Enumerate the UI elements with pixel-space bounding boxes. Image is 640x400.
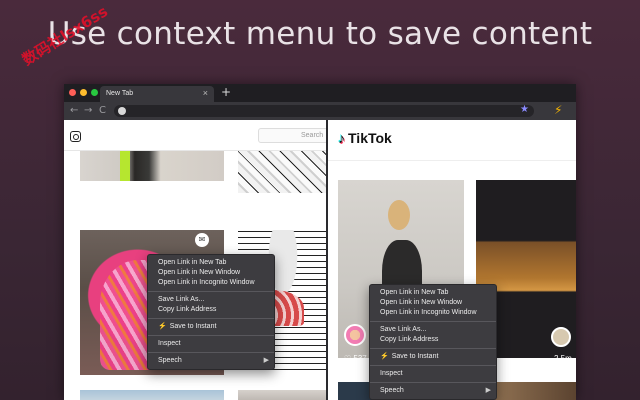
menu-item-copy-link[interactable]: Copy Link Address bbox=[148, 305, 274, 315]
window-controls bbox=[69, 89, 98, 96]
menu-separator bbox=[148, 318, 274, 319]
bolt-icon[interactable]: ⚡ bbox=[554, 103, 562, 117]
bolt-icon: ⚡ bbox=[380, 353, 389, 360]
menu-item-speech[interactable]: Speech ▶ bbox=[148, 356, 274, 366]
star-icon[interactable]: ★ bbox=[520, 104, 529, 115]
menu-item-save-link-as[interactable]: Save Link As... bbox=[370, 325, 496, 335]
address-bar[interactable]: ★ bbox=[114, 104, 534, 117]
chevron-right-icon: ▶ bbox=[485, 387, 491, 394]
toolbar: ← → C ★ ⚡ bbox=[64, 102, 576, 120]
menu-separator bbox=[370, 365, 496, 366]
menu-separator bbox=[148, 335, 274, 336]
avatar[interactable] bbox=[551, 327, 571, 347]
post-image[interactable] bbox=[238, 151, 326, 193]
menu-item-inspect[interactable]: Inspect bbox=[148, 339, 274, 349]
forward-icon[interactable]: → bbox=[84, 105, 92, 116]
menu-item-open-new-window[interactable]: Open Link in New Window bbox=[370, 298, 496, 308]
menu-separator bbox=[370, 321, 496, 322]
menu-item-inspect[interactable]: Inspect bbox=[370, 369, 496, 379]
menu-item-save-link-as[interactable]: Save Link As... bbox=[148, 295, 274, 305]
menu-item-open-new-tab[interactable]: Open Link in New Tab bbox=[148, 258, 274, 268]
tab-new-tab[interactable]: New Tab × bbox=[100, 86, 214, 102]
menu-separator bbox=[148, 291, 274, 292]
menu-separator bbox=[370, 382, 496, 383]
menu-item-copy-link[interactable]: Copy Link Address bbox=[370, 335, 496, 345]
like-count: 2.5m bbox=[554, 354, 572, 363]
tiktok-brand: TikTok bbox=[348, 130, 392, 146]
context-menu-left: Open Link in New Tab Open Link in New Wi… bbox=[147, 254, 275, 370]
menu-item-open-new-window[interactable]: Open Link in New Window bbox=[148, 268, 274, 278]
instagram-icon[interactable] bbox=[70, 131, 81, 142]
chevron-right-icon: ▶ bbox=[263, 357, 269, 364]
back-icon[interactable]: ← bbox=[70, 105, 78, 116]
tiktok-note-icon: ♪ bbox=[338, 130, 345, 146]
minimize-window-button[interactable] bbox=[80, 89, 87, 96]
menu-item-open-incognito[interactable]: Open Link in Incognito Window bbox=[370, 308, 496, 318]
tab-bar: New Tab × + bbox=[64, 84, 576, 102]
browser-window: New Tab × + ← → C ★ ⚡ Search ✉ ♪ TikTok bbox=[64, 84, 576, 400]
like-count: ♡ 537 bbox=[344, 354, 367, 363]
tab-close-icon[interactable]: × bbox=[203, 88, 208, 98]
post-image[interactable] bbox=[80, 390, 224, 400]
messenger-icon: ✉ bbox=[195, 233, 209, 247]
reload-icon[interactable]: C bbox=[99, 105, 106, 116]
new-tab-button[interactable]: + bbox=[221, 85, 231, 99]
menu-item-save-to-instant[interactable]: ⚡ Save to Instant bbox=[148, 322, 274, 332]
menu-separator bbox=[370, 348, 496, 349]
site-icon bbox=[118, 107, 126, 115]
divider bbox=[328, 160, 576, 161]
menu-item-save-to-instant[interactable]: ⚡ Save to Instant bbox=[370, 352, 496, 362]
tab-title: New Tab bbox=[106, 90, 134, 97]
menu-item-open-new-tab[interactable]: Open Link in New Tab bbox=[370, 288, 496, 298]
close-window-button[interactable] bbox=[69, 89, 76, 96]
search-input[interactable]: Search bbox=[258, 128, 326, 143]
post-image[interactable] bbox=[80, 151, 224, 181]
menu-item-speech[interactable]: Speech ▶ bbox=[370, 386, 496, 396]
menu-separator bbox=[148, 352, 274, 353]
bolt-icon: ⚡ bbox=[158, 323, 167, 330]
zoom-window-button[interactable] bbox=[91, 89, 98, 96]
context-menu-right: Open Link in New Tab Open Link in New Wi… bbox=[369, 284, 497, 400]
menu-item-open-incognito[interactable]: Open Link in Incognito Window bbox=[148, 278, 274, 288]
avatar[interactable] bbox=[344, 324, 366, 346]
post-image[interactable] bbox=[238, 390, 326, 400]
tiktok-logo[interactable]: ♪ TikTok bbox=[338, 130, 392, 146]
